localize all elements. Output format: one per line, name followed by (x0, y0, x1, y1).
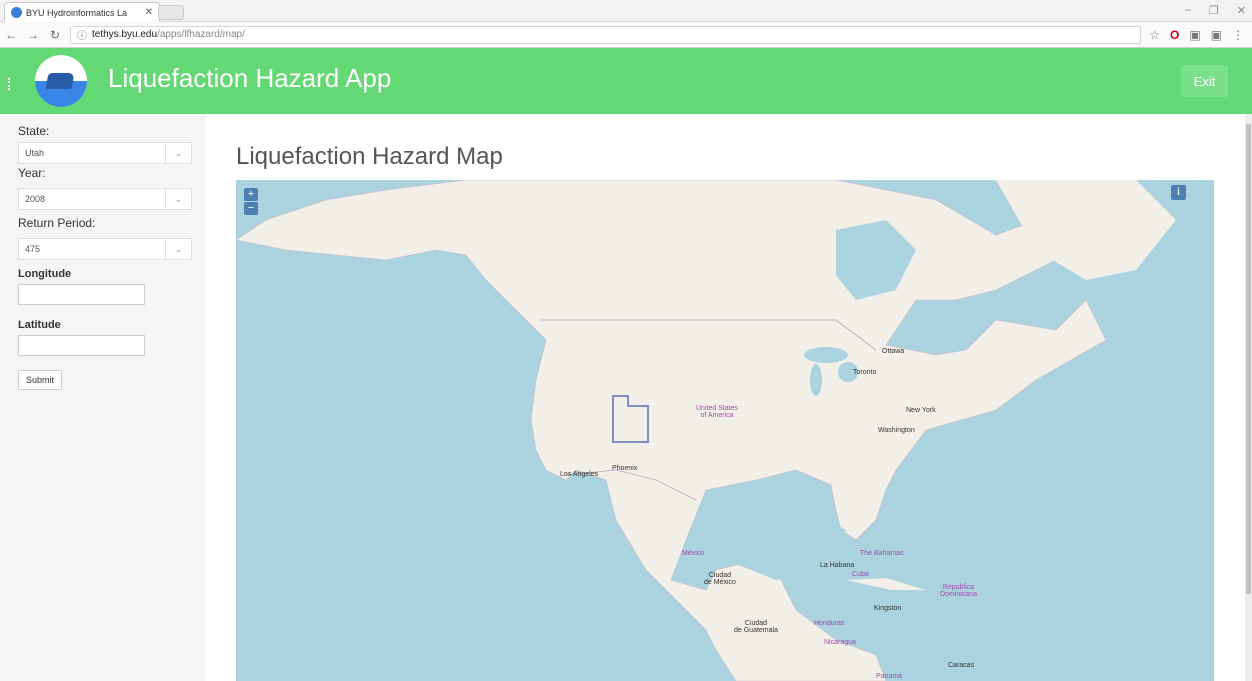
submit-button[interactable]: Submit (18, 370, 62, 390)
forward-icon[interactable]: → (26, 28, 40, 42)
opera-icon[interactable]: O (1170, 28, 1179, 42)
url-host: tethys.byu.edu (92, 29, 158, 40)
longitude-input[interactable] (18, 284, 145, 305)
label-phoenix: Phoenix (612, 465, 638, 472)
app-header: Liquefaction Hazard App Exit (0, 48, 1252, 114)
map-basemap (236, 180, 1176, 681)
browser-tab-strip: BYU Hydroinformatics La ✕ – ❐ ✕ (0, 0, 1252, 22)
north-america-land (236, 180, 1107, 681)
year-select[interactable]: 2008 ⌄ (18, 188, 192, 210)
zoom-out-button[interactable]: − (244, 202, 258, 215)
label-mexico: México (682, 550, 705, 557)
label-ciudad-de-mexico: Ciudad de México (704, 572, 736, 586)
label-ciudad-de-guatemala: Ciudad de Guatemala (734, 620, 778, 634)
longitude-label: Longitude (18, 268, 72, 280)
lake-michigan (810, 364, 822, 396)
year-value: 2008 (25, 194, 46, 204)
state-value: Utah (25, 148, 45, 158)
extension-icon[interactable]: ▣ (1189, 28, 1200, 42)
label-toronto: Toronto (853, 369, 877, 376)
menu-icon[interactable]: ⋮ (1232, 28, 1244, 42)
extensions-area: ☆ O ▣ ▣ ⋮ (1149, 28, 1248, 42)
chevron-down-icon[interactable]: ⌄ (165, 189, 191, 209)
exit-button[interactable]: Exit (1181, 65, 1228, 97)
restore-icon[interactable]: ❐ (1209, 4, 1219, 17)
chevron-down-icon[interactable]: ⌄ (165, 143, 191, 163)
sidebar: State: Utah ⌄ Year: 2008 ⌄ Return Period… (0, 114, 205, 681)
page-scrollbar[interactable] (1245, 114, 1252, 681)
zoom-in-button[interactable]: + (244, 188, 258, 201)
label-ottawa: Ottawa (882, 348, 905, 355)
map[interactable]: + − i Ottawa Toronto New York Washington… (236, 180, 1214, 681)
label-usa: United States of America (696, 405, 739, 419)
window-controls: – ❐ ✕ (1185, 4, 1246, 17)
zoom-controls: + − (244, 188, 258, 215)
lake-superior (804, 347, 848, 363)
minimize-icon[interactable]: – (1185, 4, 1191, 17)
label-la-habana: La Habana (820, 562, 855, 569)
state-select[interactable]: Utah ⌄ (18, 142, 192, 164)
address-bar[interactable]: ⓘ tethys.byu.edu/apps/lfhazard/map/ (70, 25, 1142, 44)
tab-title: BYU Hydroinformatics La (26, 7, 128, 18)
label-caracas: Caracas (948, 662, 975, 669)
menu-toggle-icon[interactable] (8, 78, 11, 90)
close-icon[interactable]: ✕ (145, 7, 153, 18)
label-panama: Panamá (876, 673, 903, 680)
map-title: Liquefaction Hazard Map (236, 143, 503, 170)
info-circle-icon[interactable]: ⓘ (77, 27, 87, 42)
main-content: Liquefaction Hazard Map + − i Ottawa Tor… (205, 114, 1245, 681)
star-icon[interactable]: ☆ (1149, 28, 1160, 42)
return-period-select[interactable]: 475 ⌄ (18, 238, 192, 260)
label-los-angeles: Los Angeles (560, 471, 599, 478)
extension-icon-2[interactable]: ▣ (1211, 28, 1222, 42)
label-new-york: New York (906, 407, 936, 414)
browser-toolbar: ← → ↻ ⓘ tethys.byu.edu/apps/lfhazard/map… (0, 22, 1252, 48)
app-title: Liquefaction Hazard App (108, 63, 392, 93)
label-nicaragua: Nicaragua (824, 639, 856, 646)
label-republica-dominicana: República Dominicana (940, 584, 977, 598)
return-period-label: Return Period: (18, 216, 96, 230)
label-bahamas: The Bahamas (860, 550, 904, 557)
label-honduras: Honduras (814, 620, 845, 627)
back-icon[interactable]: ← (4, 28, 18, 42)
return-period-value: 475 (25, 244, 41, 254)
year-label: Year: (18, 166, 46, 180)
close-window-icon[interactable]: ✕ (1237, 4, 1246, 17)
url-path: /apps/lfhazard/map/ (157, 29, 245, 40)
browser-tab[interactable]: BYU Hydroinformatics La ✕ (4, 2, 160, 22)
chevron-down-icon[interactable]: ⌄ (165, 239, 191, 259)
new-tab-button[interactable] (158, 5, 184, 20)
label-kingston: Kingston (874, 605, 902, 612)
reload-icon[interactable]: ↻ (48, 28, 62, 42)
label-cuba: Cuba (852, 571, 869, 578)
globe-icon (11, 7, 22, 18)
app-logo (35, 55, 87, 107)
latitude-label: Latitude (18, 319, 61, 331)
latitude-input[interactable] (18, 335, 145, 356)
label-washington: Washington (878, 427, 915, 434)
map-info-button[interactable]: i (1171, 185, 1186, 200)
state-label: State: (18, 124, 50, 138)
cuba-land (846, 578, 926, 590)
scrollbar-thumb[interactable] (1246, 124, 1251, 594)
